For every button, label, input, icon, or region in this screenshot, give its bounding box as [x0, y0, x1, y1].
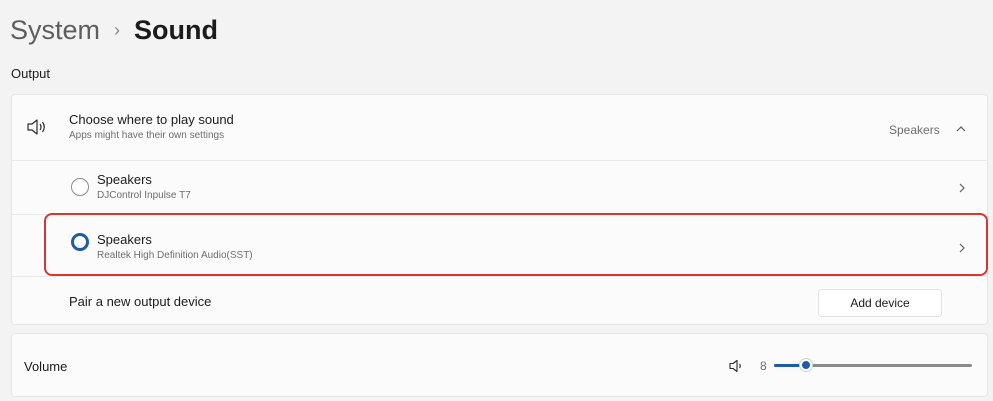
speaker-icon[interactable]	[729, 359, 745, 373]
choose-output-subtitle: Apps might have their own settings	[69, 130, 225, 141]
slider-fill	[774, 364, 802, 367]
volume-value: 8	[760, 359, 767, 373]
output-device-item[interactable]: Speakers DJControl Inpulse T7	[12, 161, 987, 214]
add-device-button[interactable]: Add device	[818, 289, 942, 317]
breadcrumb-system[interactable]: System	[10, 12, 100, 48]
radio-button[interactable]	[71, 178, 89, 196]
choose-output-row[interactable]: Choose where to play sound Apps might ha…	[12, 95, 987, 160]
page-title: Sound	[134, 15, 219, 45]
volume-slider[interactable]	[774, 358, 972, 374]
chevron-right-icon	[959, 183, 965, 193]
choose-output-title: Choose where to play sound	[69, 112, 234, 127]
selected-output-value: Speakers	[889, 123, 940, 137]
volume-card: Volume 8	[11, 333, 988, 397]
breadcrumb: System › Sound	[10, 12, 218, 48]
slider-thumb[interactable]	[800, 359, 812, 371]
device-detail: DJControl Inpulse T7	[97, 190, 191, 201]
device-name: Speakers	[97, 172, 152, 187]
speaker-icon	[27, 119, 45, 135]
chevron-up-icon[interactable]	[955, 124, 967, 134]
output-section-label: Output	[11, 66, 51, 81]
pair-device-label: Pair a new output device	[69, 294, 212, 309]
volume-label: Volume	[24, 359, 68, 374]
selected-device-highlight	[44, 213, 988, 276]
breadcrumb-separator: ›	[114, 20, 121, 40]
